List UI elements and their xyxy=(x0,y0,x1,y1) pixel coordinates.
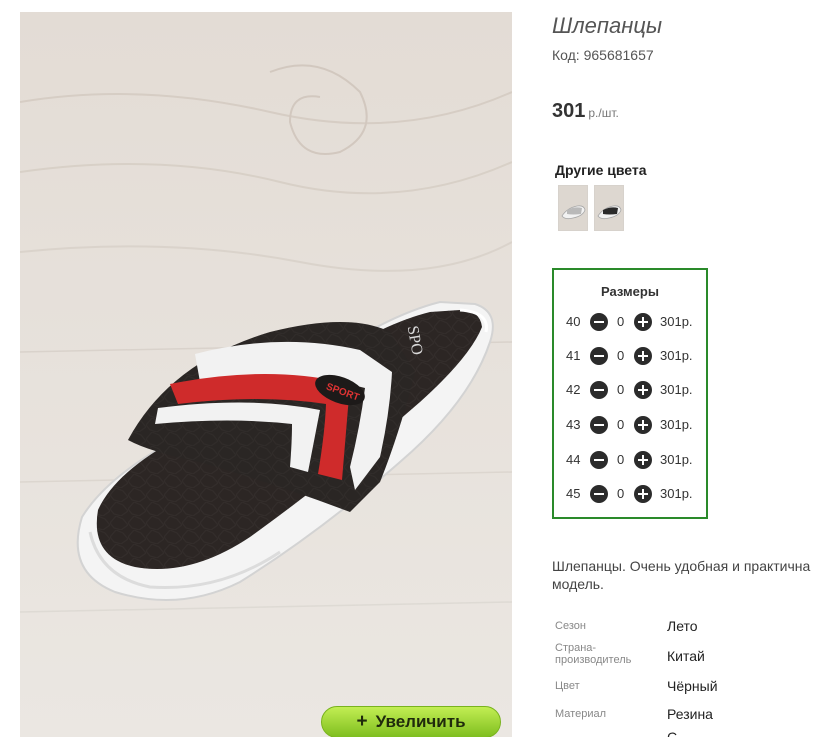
decrease-quantity-button[interactable] xyxy=(590,416,608,434)
size-label: 42 xyxy=(566,382,581,397)
plus-icon: + xyxy=(356,711,368,732)
description-line-2: модель. xyxy=(552,576,604,592)
zoom-button-label: Увеличить xyxy=(375,712,466,731)
other-colors-heading: Другие цвета xyxy=(555,162,647,178)
product-page: SPORT SPO + Увеличить Шлепанцы Код: 9656… xyxy=(0,0,816,737)
size-price: 301р. xyxy=(660,417,693,432)
size-price: 301р. xyxy=(660,382,693,397)
decrease-quantity-button[interactable] xyxy=(590,451,608,469)
product-sku: Код: 965681657 xyxy=(552,47,654,63)
increase-quantity-button[interactable] xyxy=(634,485,652,503)
size-row-41: 41 0 301р. xyxy=(554,345,706,367)
size-row-45: 45 0 301р. xyxy=(554,483,706,505)
decrease-quantity-button[interactable] xyxy=(590,381,608,399)
product-image[interactable]: SPORT SPO + Увеличить xyxy=(20,12,512,737)
decrease-quantity-button[interactable] xyxy=(590,313,608,331)
size-price: 301р. xyxy=(660,314,693,329)
spec-name: Цвет xyxy=(555,680,580,692)
size-label: 44 xyxy=(566,452,581,467)
description-line-1: Шлепанцы. Очень удобная и практична xyxy=(552,558,811,574)
increase-quantity-button[interactable] xyxy=(634,347,652,365)
spec-value: Резина xyxy=(667,706,713,722)
size-price: 301р. xyxy=(660,452,693,467)
spec-name: Страна-производитель xyxy=(555,642,632,666)
size-row-42: 42 0 301р. xyxy=(554,379,706,401)
sizes-panel: Размеры 40 0 301р. 41 0 301р. 42 0 301р.… xyxy=(552,268,708,519)
color-swatch-black[interactable] xyxy=(594,185,624,231)
increase-quantity-button[interactable] xyxy=(634,416,652,434)
spec-name: Материал xyxy=(555,708,606,720)
product-title: Шлепанцы xyxy=(552,13,663,38)
size-price: 301р. xyxy=(660,486,693,501)
size-row-44: 44 0 301р. xyxy=(554,449,706,471)
size-label: 45 xyxy=(566,486,581,501)
spec-value: Китай xyxy=(667,648,705,664)
size-label: 43 xyxy=(566,417,581,432)
product-description: Шлепанцы. Очень удобная и практична моде… xyxy=(552,557,816,593)
decrease-quantity-button[interactable] xyxy=(590,485,608,503)
price-unit: р./шт. xyxy=(588,106,619,120)
spec-value: С xyxy=(667,729,678,737)
size-row-40: 40 0 301р. xyxy=(554,311,706,333)
sizes-heading: Размеры xyxy=(601,284,659,299)
zoom-button[interactable]: + Увеличить xyxy=(321,706,501,737)
product-price: 301 р./шт. xyxy=(552,100,619,123)
quantity-value: 0 xyxy=(617,314,625,329)
increase-quantity-button[interactable] xyxy=(634,381,652,399)
spec-value: Чёрный xyxy=(667,678,718,694)
black-slipper-thumbnail xyxy=(595,186,623,230)
quantity-value: 0 xyxy=(617,382,625,397)
increase-quantity-button[interactable] xyxy=(634,313,652,331)
quantity-value: 0 xyxy=(617,417,625,432)
quantity-value: 0 xyxy=(617,452,625,467)
price-amount: 301 xyxy=(552,100,586,122)
size-label: 41 xyxy=(566,348,581,363)
white-slipper-thumbnail xyxy=(559,186,587,230)
size-label: 40 xyxy=(566,314,581,329)
size-price: 301р. xyxy=(660,348,693,363)
quantity-value: 0 xyxy=(617,348,625,363)
color-swatch-white[interactable] xyxy=(558,185,588,231)
spec-name: Сезон xyxy=(555,620,586,632)
quantity-value: 0 xyxy=(617,486,625,501)
increase-quantity-button[interactable] xyxy=(634,451,652,469)
decrease-quantity-button[interactable] xyxy=(590,347,608,365)
spec-value: Лето xyxy=(667,618,698,634)
slipper-photo: SPORT SPO xyxy=(20,12,512,737)
size-row-43: 43 0 301р. xyxy=(554,414,706,436)
